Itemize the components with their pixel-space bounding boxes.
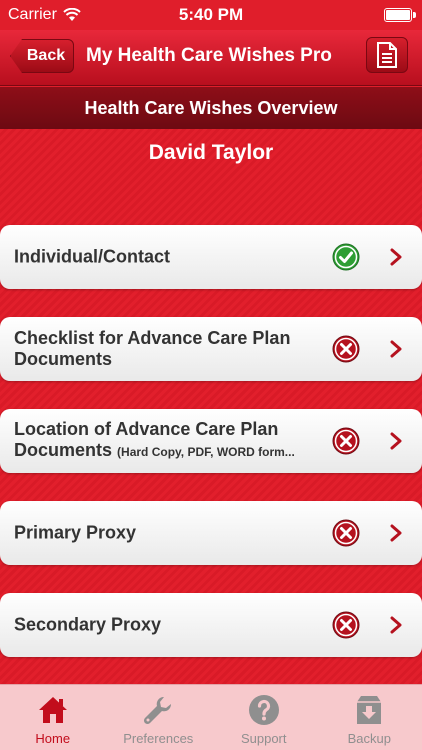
chevron-right-icon xyxy=(390,432,402,450)
document-button[interactable] xyxy=(366,37,408,73)
chevron-right-icon xyxy=(390,340,402,358)
chevron-right-icon xyxy=(390,524,402,542)
list-item-secondary-proxy[interactable]: Secondary Proxy xyxy=(0,593,422,657)
x-circle-icon xyxy=(332,519,360,547)
list-item-label: Secondary Proxy xyxy=(14,614,162,635)
battery-icon xyxy=(384,8,416,22)
list-item-checklist[interactable]: Checklist for Advance Care Plan Document… xyxy=(0,317,422,381)
back-button[interactable]: Back xyxy=(10,39,74,73)
list-item-primary-proxy[interactable]: Primary Proxy xyxy=(0,501,422,565)
x-circle-icon xyxy=(332,427,360,455)
person-name: David Taylor xyxy=(148,141,274,164)
tab-label: Preferences xyxy=(123,731,194,746)
list-item-label: Location of Advance Care Plan Documents … xyxy=(14,419,295,460)
list-item-sublabel: (Hard Copy, PDF, WORD form... xyxy=(117,445,295,459)
tab-label: Home xyxy=(35,731,71,746)
tab-label: Backup xyxy=(347,731,391,746)
list-item-label: Individual/Contact xyxy=(14,246,171,267)
document-icon xyxy=(377,42,397,68)
tab-preferences[interactable]: Preferences xyxy=(106,685,212,750)
section-header: Health Care Wishes Overview xyxy=(0,87,422,129)
chevron-right-icon xyxy=(390,248,402,266)
x-circle-icon xyxy=(332,335,360,363)
tab-home[interactable]: Home xyxy=(0,685,106,750)
x-circle-icon xyxy=(332,611,360,639)
wrench-icon xyxy=(141,693,175,727)
chevron-right-icon xyxy=(390,616,402,634)
list-item-individual-contact[interactable]: Individual/Contact xyxy=(0,225,422,289)
tab-backup[interactable]: Backup xyxy=(317,685,422,750)
check-icon xyxy=(332,243,360,271)
tab-bar: Home Preferences Support Backup xyxy=(0,684,422,750)
status-time: 5:40 PM xyxy=(178,5,244,24)
list-item-location[interactable]: Location of Advance Care Plan Documents … xyxy=(0,409,422,473)
list-item-label: Checklist for Advance Care Plan Document… xyxy=(14,328,291,369)
status-bar: Carrier 5:40 PM xyxy=(0,0,422,30)
nav-bar: Back My Health Care Wishes Pro xyxy=(0,30,422,86)
list-item-label: Primary Proxy xyxy=(14,522,137,543)
tab-support[interactable]: Support xyxy=(211,685,317,750)
home-icon xyxy=(36,693,70,727)
overview-content: David Taylor Individual/Contact Checklis… xyxy=(0,129,422,684)
question-icon xyxy=(247,693,281,727)
backup-box-icon xyxy=(352,693,386,727)
nav-title: My Health Care Wishes Pro xyxy=(86,45,332,66)
tab-label: Support xyxy=(240,731,287,746)
